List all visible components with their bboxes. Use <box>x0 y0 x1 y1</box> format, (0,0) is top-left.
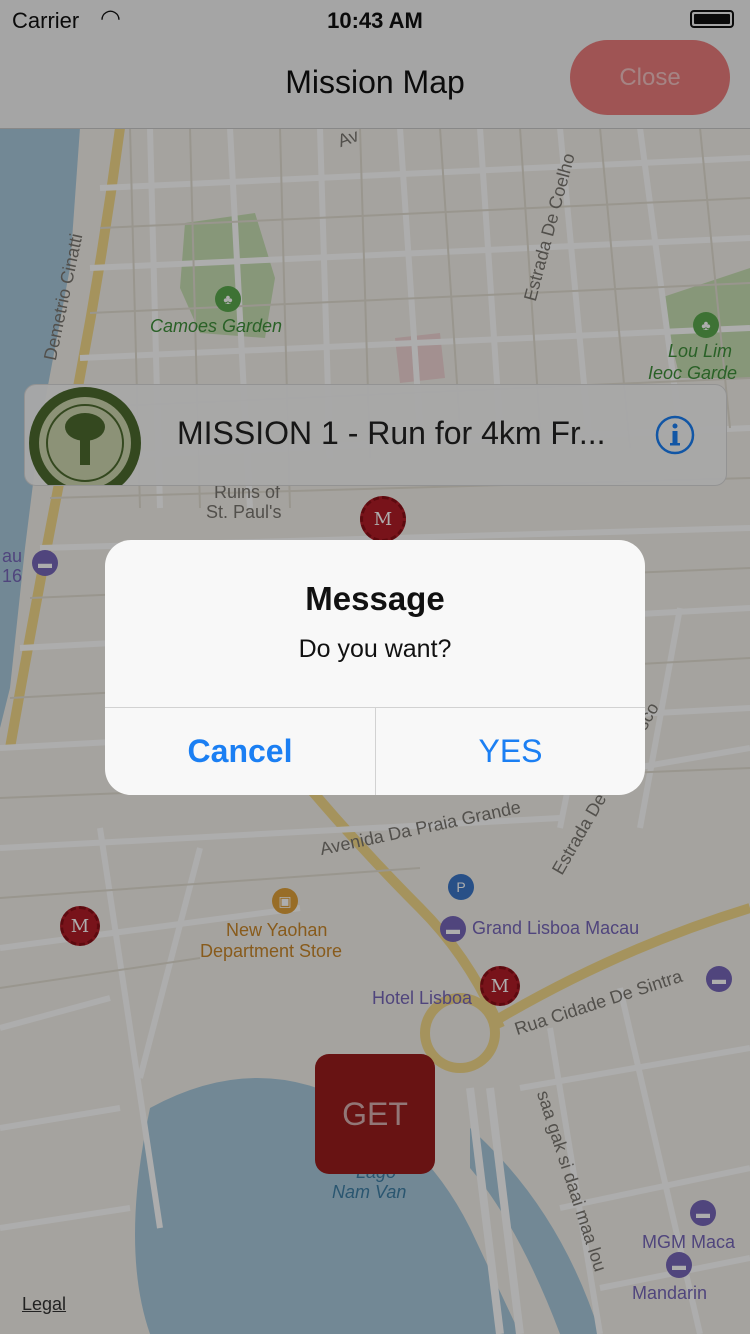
cancel-button[interactable]: Cancel <box>105 708 375 795</box>
alert-message: Do you want? <box>298 635 452 663</box>
alert-title: Message <box>305 580 445 617</box>
yes-button[interactable]: YES <box>376 708 645 795</box>
alert-dialog: Message Do you want? Cancel YES <box>105 540 645 795</box>
